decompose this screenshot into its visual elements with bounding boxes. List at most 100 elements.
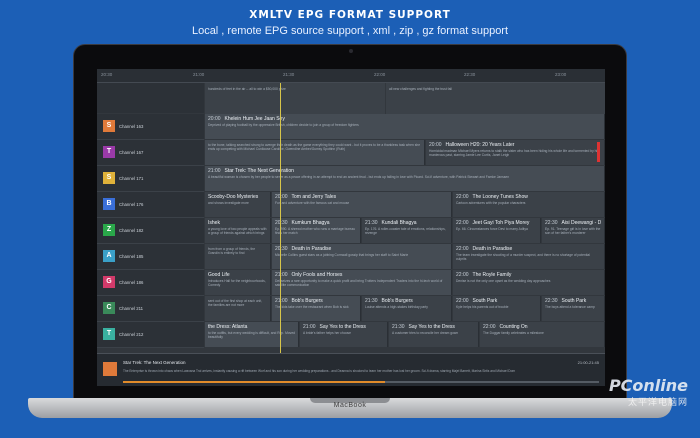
channel-logo-icon: S (103, 172, 115, 184)
program-time: 22:00 (456, 272, 469, 278)
program-title-text: Bob's Burgers (291, 298, 323, 304)
program-cell[interactable]: all new challenges and fighting the trus… (386, 83, 605, 114)
program-cell[interactable]: 20:30 Death in Paradise Michelle Collins g… (272, 244, 452, 269)
program-cell[interactable]: 21:00 Star Trek: The Next Generation A bea… (205, 166, 605, 191)
program-cell[interactable]: Scooby-Doo Mysteries and shows investigat… (205, 192, 271, 217)
program-title-text: Bob's Burgers (381, 298, 413, 304)
program-title-text: South Park (472, 298, 498, 304)
program-desc: to the bone, talking searched strung to … (208, 143, 421, 152)
hero-title: XMLTV EPG FORMAT SUPPORT (249, 9, 451, 21)
program-cell[interactable]: 20:00 Halloween H20: 20 Years Later Homici… (426, 140, 605, 165)
channel-gutter-top (97, 83, 204, 113)
program-title: 20:00 Tom and Jerry Tales (275, 194, 448, 200)
program-title: Good Life (208, 272, 267, 278)
program-desc: Ep. 91. Teenage girl is in love with the… (545, 227, 601, 236)
program-title: 22:00 Death in Paradise (456, 246, 601, 252)
program-cell[interactable]: 20:00 Khelein Hum Jee Jaan Sey Deprived of… (205, 114, 605, 139)
epg-screen: 20:30 21:00 21:30 22:00 22:30 23:00 hund… (97, 69, 605, 386)
channel-name: Channel 167 (119, 150, 144, 155)
program-desc: a young love of two people appeals with … (208, 227, 267, 236)
program-title: 22:30 South Park (545, 298, 601, 304)
program-cell[interactable]: 22:00 The Royle Family Denise is not the o… (453, 270, 605, 295)
channel-logo-icon: B (103, 198, 115, 210)
channel-row[interactable]: Z Channel 182 (97, 218, 204, 244)
program-time: 20:00 (275, 194, 288, 200)
program-desc: Denise is not the only one upset as the … (456, 279, 551, 283)
program-title-text: The Looney Tunes Show (472, 194, 528, 200)
channel-row[interactable]: B Channel 176 (97, 192, 204, 218)
program-desc: A beautiful woman is chosen by her peopl… (208, 175, 510, 179)
program-cell[interactable]: 21:30 Bob's Burgers Louise attends a high-… (362, 296, 452, 321)
program-title: 21:00 Only Fools and Horses (275, 272, 448, 278)
program-cell[interactable]: 22:30Aisi Deewangi - Dekhi NahiEp. 91. T… (542, 218, 605, 243)
channel-row[interactable]: T Channel 212 (97, 322, 204, 348)
channel-row[interactable]: S Channel 163 (97, 114, 204, 140)
program-desc: Del seizes a rare opportunity to make a … (275, 279, 443, 288)
program-title: 21:00 Star Trek: The Next Generation (208, 168, 601, 174)
program-time: 22:00 (456, 220, 469, 226)
channel-row[interactable]: S Channel 171 (97, 166, 204, 192)
program-cell[interactable]: 20:30 Kumkum Bhagya Ep. 990. A shrewd moth… (272, 218, 361, 243)
program-time: 21:30 (365, 220, 378, 226)
program-desc: The Duggar family celebrates a milestone (483, 331, 544, 335)
program-cell[interactable]: 22:00 Counting On The Duggar family celebr… (480, 322, 605, 347)
program-title: 21:00 Say Yes to the Dress (303, 324, 384, 330)
program-title-text: Kundali Bhagya (381, 220, 417, 226)
program-cell[interactable]: 21:00 Say Yes to the Dress A bride's fathe… (300, 322, 388, 347)
player-channel-badge (103, 362, 117, 376)
player-bar: Star Trek: The Next Generation 21:00-21:… (97, 353, 605, 386)
player-progress-bar[interactable] (123, 381, 599, 383)
program-desc: Homicidal madman Michael Myers returns t… (429, 149, 599, 158)
program-cell[interactable]: Ishek a young love of two people appeals … (205, 218, 271, 243)
timeline-bar: 20:30 21:00 21:30 22:00 22:30 23:00 (97, 69, 605, 83)
program-time: 22:30 (545, 298, 558, 304)
program-cell[interactable]: Good Life Introduces Hall for the neighbo… (205, 270, 271, 295)
program-desc: Kyle helps his parents out of trouble (456, 305, 509, 309)
program-title: 20:30 Death in Paradise (275, 246, 448, 252)
program-title-text: The Royle Family (472, 272, 512, 278)
program-cell[interactable]: 21:00 Bob's Burgers The kids take over the… (272, 296, 361, 321)
program-time: 21:00 (275, 298, 288, 304)
program-cell[interactable]: 20:00 Tom and Jerry Tales Fun and adventur… (272, 192, 452, 217)
program-title: 21:30 Kundali Bhagya (365, 220, 448, 226)
player-desc: The Enterprise is thrown into chaos when… (123, 369, 516, 373)
program-cell[interactable]: 21:30 Say Yes to the Dress A customer trie… (389, 322, 479, 347)
program-cell[interactable]: the Dress: Atlanta to the outfits, but ev… (205, 322, 299, 347)
player-time: 21:00-21:45 (577, 360, 599, 365)
program-title: 20:00 Halloween H20: 20 Years Later (429, 142, 601, 148)
program-title: 22:00 The Royle Family (456, 272, 601, 278)
program-desc: Ep. 176. A roller-coaster tale of emotio… (365, 227, 446, 236)
program-cell[interactable]: 22:00 The Looney Tunes Show Cartoon advent… (453, 192, 605, 217)
program-cell[interactable]: to the bone, talking searched strung to … (205, 140, 425, 165)
program-title: 22:00 Counting On (483, 324, 601, 330)
program-cell[interactable]: 22:00 Jeet Gayi Toh Piya Morey Ep. 66. Cir… (453, 218, 541, 243)
program-cell[interactable]: from from a group of friends, the Grandi… (205, 244, 271, 269)
program-cell[interactable]: 22:00 South Park Kyle helps his parents ou… (453, 296, 541, 321)
program-desc: Cartoon adventures with the popular char… (456, 201, 526, 205)
program-title: 22:00 South Park (456, 298, 537, 304)
program-desc: The boys attend a tolerance camp (545, 305, 595, 309)
channel-row[interactable]: T Channel 167 (97, 140, 204, 166)
program-cell[interactable]: 21:30 Kundali Bhagya Ep. 176. A roller-coa… (362, 218, 452, 243)
watermark-sub: 太平洋电脑网 (627, 397, 688, 407)
program-time: 21:00 (275, 272, 288, 278)
program-title: Ishek (208, 220, 267, 226)
channel-name: Channel 185 (119, 254, 144, 259)
channel-row[interactable]: G Channel 186 (97, 270, 204, 296)
program-title: 20:00 Khelein Hum Jee Jaan Sey (208, 116, 601, 122)
program-cell[interactable]: hundreds of feet in the air -- all to wi… (205, 83, 385, 114)
program-cell[interactable]: sent out of the first shop at each unit,… (205, 296, 271, 321)
program-time: 21:30 (392, 324, 405, 330)
camera (349, 49, 353, 53)
timeline-tick: 20:30 (101, 72, 113, 77)
program-cell[interactable]: 21:00 Only Fools and Horses Del seizes a r… (272, 270, 452, 295)
program-desc: The kids take over the restaurant when B… (275, 305, 349, 309)
channel-logo-icon: C (103, 302, 115, 314)
channel-row[interactable]: C Channel 211 (97, 296, 204, 322)
program-title: the Dress: Atlanta (208, 324, 295, 330)
program-cell[interactable]: 22:30 South Park The boys attend a toleran… (542, 296, 605, 321)
channel-row[interactable]: A Channel 185 (97, 244, 204, 270)
program-time: 21:30 (365, 298, 378, 304)
program-cell[interactable]: 22:00 Death in Paradise The team investiga… (453, 244, 605, 269)
channel-logo-icon: G (103, 276, 115, 288)
